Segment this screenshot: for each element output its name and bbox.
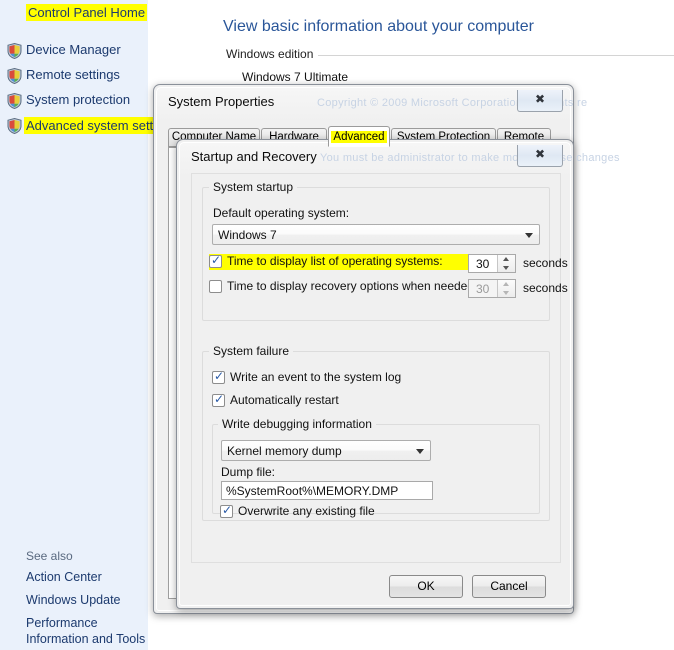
sidebar-item-system-protection[interactable]: System protection (26, 92, 130, 107)
default-os-combobox[interactable]: Windows 7 (212, 224, 540, 245)
sidebar-item-windows-update[interactable]: Windows Update (26, 592, 146, 608)
check-icon: ✓ (214, 392, 225, 406)
page-title: View basic information about your comput… (223, 18, 534, 35)
startup-recovery-title-watermark: You must be administrator to make most o… (320, 152, 620, 164)
system-properties-title: System Properties (168, 94, 275, 109)
spinner-buttons[interactable] (497, 255, 515, 272)
spinner-up-icon (498, 280, 515, 288)
sidebar-item-remote-settings[interactable]: Remote settings (26, 67, 120, 82)
startup-and-recovery-dialog: Startup and Recovery You must be adminis… (176, 139, 620, 609)
control-panel-sidebar: Control Panel Home Device Manager Remote… (0, 0, 180, 650)
time-to-display-list-checkbox-row[interactable]: ✓ Time to display list of operating syst… (209, 253, 469, 270)
system-startup-group-title: System startup (209, 180, 298, 194)
see-also-label: See also (26, 549, 73, 563)
sidebar-item-device-manager[interactable]: Device Manager (26, 42, 121, 57)
checkbox[interactable]: ✓ (212, 369, 225, 384)
chevron-down-icon (525, 233, 533, 238)
time-to-display-recovery-unit: seconds (523, 281, 568, 295)
check-icon: ✓ (214, 369, 225, 383)
overwrite-existing-file-label: Overwrite any existing file (238, 504, 375, 518)
checkbox[interactable]: ✓ (212, 392, 225, 407)
checkbox[interactable] (209, 280, 222, 293)
chevron-down-icon (416, 449, 424, 454)
sidebar-item-action-center[interactable]: Action Center (26, 569, 146, 585)
close-button[interactable]: ✖ (517, 90, 563, 112)
check-icon: ✓ (222, 503, 233, 517)
dump-file-label: Dump file: (221, 465, 276, 479)
shield-icon (7, 118, 22, 134)
check-icon: ✓ (211, 253, 222, 267)
time-to-display-recovery-spinner: 30 (468, 279, 516, 298)
dump-file-input[interactable]: %SystemRoot%\MEMORY.DMP (221, 481, 433, 500)
system-failure-group-title: System failure (209, 344, 294, 358)
time-to-display-recovery-checkbox-row[interactable]: Time to display recovery options when ne… (209, 279, 477, 295)
ok-button[interactable]: OK (389, 575, 463, 598)
spinner-down-icon (498, 289, 515, 297)
spinner-down-icon[interactable] (498, 264, 515, 272)
checkbox[interactable]: ✓ (209, 253, 222, 268)
automatically-restart-label: Automatically restart (230, 393, 339, 407)
shield-icon (7, 93, 22, 109)
default-os-label: Default operating system: (213, 206, 350, 220)
time-to-display-list-label: Time to display list of operating system… (227, 254, 443, 268)
time-to-display-list-unit: seconds (523, 256, 568, 270)
close-icon: ✖ (534, 147, 546, 161)
startup-recovery-title: Startup and Recovery (191, 149, 317, 164)
shield-icon (7, 43, 22, 59)
time-to-display-recovery-label: Time to display recovery options when ne… (227, 279, 478, 293)
write-debugging-information-title: Write debugging information (218, 417, 376, 431)
spinner-buttons (497, 280, 515, 297)
write-event-label: Write an event to the system log (230, 370, 402, 384)
time-to-display-list-spinner[interactable]: 30 (468, 254, 516, 273)
windows-edition-label: Windows edition (226, 47, 319, 61)
windows-edition-value: Windows 7 Ultimate (242, 70, 349, 84)
close-button[interactable]: ✖ (517, 145, 563, 167)
cancel-button[interactable]: Cancel (472, 575, 546, 598)
close-icon: ✖ (534, 92, 546, 106)
debug-type-combobox[interactable]: Kernel memory dump (221, 440, 431, 461)
sidebar-item-control-panel-home[interactable]: Control Panel Home (26, 4, 148, 21)
shield-icon (7, 68, 22, 84)
sidebar-item-performance-information-and-tools[interactable]: Performance Information and Tools (26, 615, 146, 647)
spinner-up-icon[interactable] (498, 255, 515, 263)
startup-recovery-client-area: System startup Default operating system:… (191, 173, 568, 563)
tab-advanced[interactable]: Advanced (328, 126, 390, 147)
checkbox[interactable]: ✓ (220, 503, 233, 518)
